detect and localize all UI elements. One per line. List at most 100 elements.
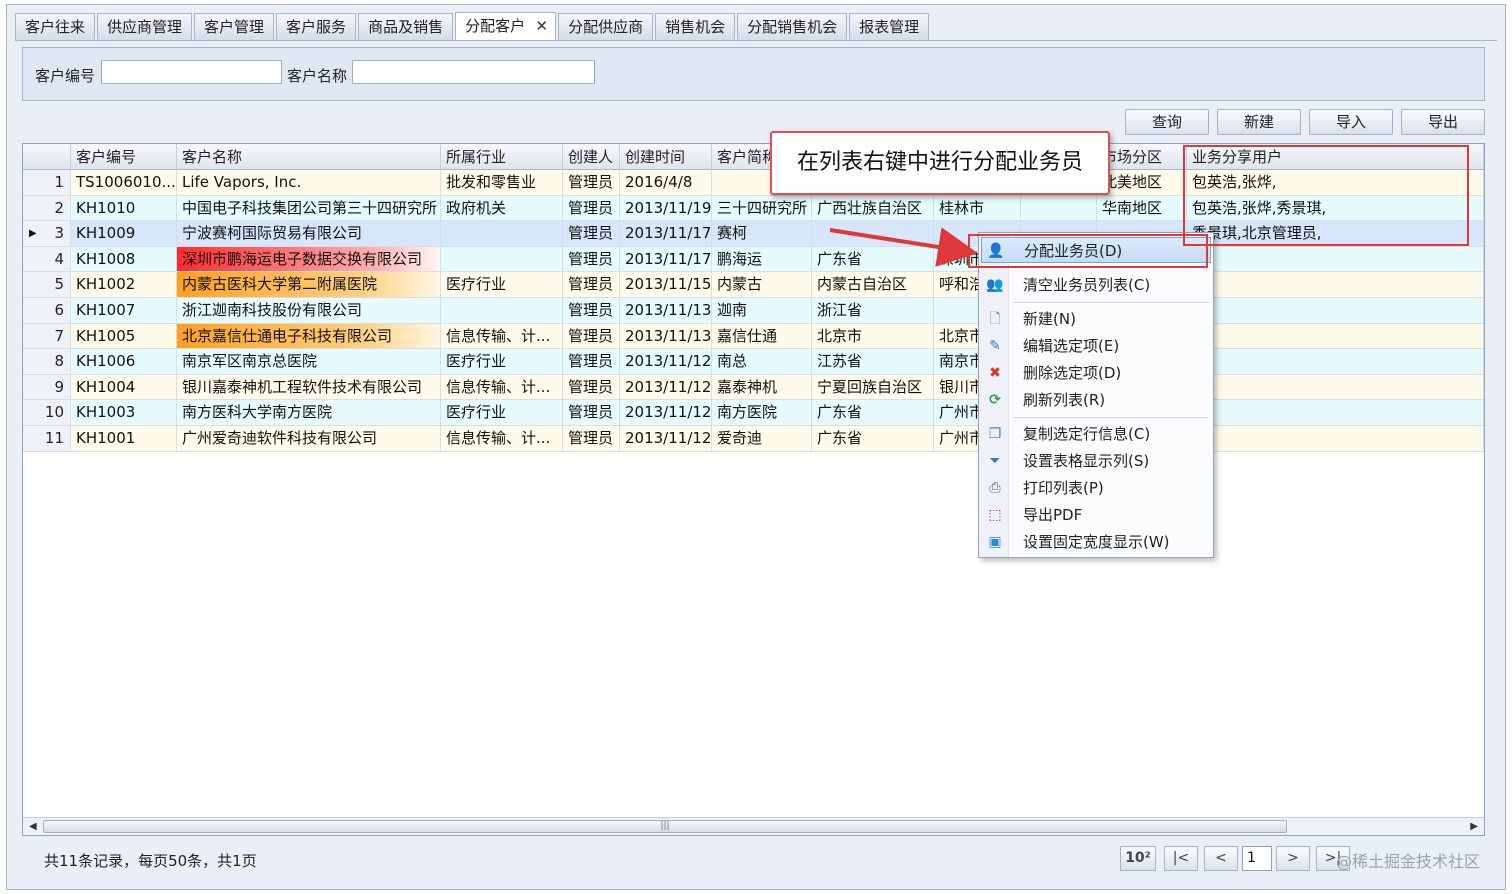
tab-products-sales[interactable]: 商品及销售 — [358, 13, 454, 40]
cell-date: 2013/11/17 — [620, 246, 712, 273]
table-row[interactable]: 11 KH1001 广州爱奇迪软件科技有限公司 信息传输、计... 管理员 2013/11… — [23, 426, 1484, 452]
module-tabs: 客户往来 供应商管理 客户管理 客户服务 商品及销售 分配客户 ✕ 分配供应商 销… — [15, 12, 931, 41]
cell-name: 宁波赛柯国际贸易有限公司 — [177, 221, 441, 247]
table-row[interactable]: 8 KH1006 南京军区南京总医院 医疗行业 管理员 2013/11/12 南总 江苏省 南京… — [23, 349, 1484, 375]
table-row[interactable]: 10 KH1003 南方医科大学南方医院 医疗行业 管理员 2013/11/12 南方医院广… — [23, 400, 1484, 426]
menu-item-clear-salespersons[interactable]: 👥 清空业务员列表(C) — [981, 272, 1211, 298]
cell-code: KH1006 — [71, 349, 177, 375]
cell-short: 三十四研究所 — [712, 195, 812, 222]
tab-reports[interactable]: 报表管理 — [849, 13, 930, 40]
column-header-creator[interactable]: 创建人 — [563, 144, 620, 170]
cell-short: 嘉泰神机 — [712, 374, 812, 401]
tab-customer-contacts[interactable]: 客户往来 — [15, 13, 96, 40]
cell-date: 2013/11/12 — [620, 349, 712, 375]
cell-creator: 管理员 — [563, 298, 620, 324]
column-header-industry[interactable]: 所属行业 — [441, 144, 563, 170]
cell-n: 8 — [23, 349, 71, 375]
cell-industry: 医疗行业 — [441, 349, 563, 375]
table-row[interactable]: 6 KH1007 浙江迦南科技股份有限公司 管理员 2013/11/13 迦南 浙江省 — [23, 298, 1484, 324]
tab-assign-sales-opportunities[interactable]: 分配销售机会 — [737, 13, 848, 40]
cell-creator: 管理员 — [563, 323, 620, 350]
cell-name: 北京嘉信仕通电子科技有限公司 — [177, 323, 441, 350]
page-number-input[interactable]: 1 — [1242, 846, 1272, 871]
customer-code-label: 客户编号 — [35, 67, 96, 85]
cell-prov: 宁夏回族自治区 — [812, 374, 934, 401]
tab-divider — [15, 40, 1497, 41]
cell-code: KH1004 — [71, 374, 177, 401]
table-row[interactable]: 9 KH1004 银川嘉泰神机工程软件技术有限公司 信息传输、计... 管理员 2013/… — [23, 374, 1484, 401]
table-row[interactable]: 4 KH1008 深圳市鹏海运电子数据交换有限公司 管理员 2013/11/17 鹏海运广… — [23, 246, 1484, 273]
menu-item-edit[interactable]: ✎ 编辑选定项(E) — [981, 333, 1211, 359]
cell-creator: 管理员 — [563, 195, 620, 222]
cell-n: 5 — [23, 272, 71, 298]
cell-name: 广州爱奇迪软件科技有限公司 — [177, 426, 441, 452]
cell-n: 9 — [23, 374, 71, 401]
close-icon[interactable]: ✕ — [536, 13, 549, 40]
cell-users — [1187, 323, 1484, 350]
cell-name: 深圳市鹏海运电子数据交换有限公司 — [177, 246, 441, 273]
cell-creator: 管理员 — [563, 246, 620, 273]
cell-n: 2 — [23, 195, 71, 222]
first-page-button[interactable]: |< — [1164, 846, 1198, 871]
cell-industry: 信息传输、计... — [441, 374, 563, 401]
column-header-code[interactable]: 客户编号 — [71, 144, 177, 170]
menu-highlight-box — [968, 234, 1208, 268]
table-row[interactable]: 5 KH1002 内蒙古医科大学第二附属医院 医疗行业 管理员 2013/11/15 内蒙古… — [23, 272, 1484, 298]
import-button[interactable]: 导入 — [1309, 109, 1393, 135]
tab-assign-suppliers[interactable]: 分配供应商 — [558, 13, 654, 40]
menu-item-copy-row[interactable]: ❐ 复制选定行信息(C) — [981, 421, 1211, 447]
cell-n: 10 — [23, 400, 71, 426]
menu-separator — [1013, 302, 1209, 303]
pdf-icon: ⬚ — [988, 507, 1002, 523]
cell-code: KH1002 — [71, 272, 177, 298]
cell-name: 银川嘉泰神机工程软件技术有限公司 — [177, 374, 441, 401]
cell-short: 鹏海运 — [712, 246, 812, 273]
menu-item-set-columns[interactable]: ⏷ 设置表格显示列(S) — [981, 448, 1211, 474]
cell-industry: 批发和零售业 — [441, 170, 563, 196]
table-row[interactable]: 7 KH1005 北京嘉信仕通电子科技有限公司 信息传输、计... 管理员 2013/11… — [23, 323, 1484, 350]
menu-item-export-pdf[interactable]: ⬚ 导出PDF — [981, 502, 1211, 528]
cell-industry: 信息传输、计... — [441, 323, 563, 350]
horizontal-scrollbar[interactable]: ◀ ||| ▶ — [23, 817, 1484, 835]
query-button[interactable]: 查询 — [1125, 109, 1209, 135]
tab-sales-opportunities[interactable]: 销售机会 — [655, 13, 736, 40]
tab-customer-service[interactable]: 客户服务 — [276, 13, 357, 40]
cell-name: 内蒙古医科大学第二附属医院 — [177, 272, 441, 298]
column-header-name[interactable]: 客户名称 — [177, 144, 441, 170]
cell-short: 南方医院 — [712, 400, 812, 426]
menu-separator — [1013, 417, 1209, 418]
menu-item-new[interactable]: 🗋 新建(N) — [981, 306, 1211, 332]
cell-code: KH1009 — [71, 221, 177, 247]
scroll-right-icon[interactable]: ▶ — [1470, 818, 1478, 836]
scroll-left-icon[interactable]: ◀ — [29, 818, 37, 836]
customer-code-input[interactable] — [101, 60, 282, 84]
cell-date: 2013/11/12 — [620, 426, 712, 452]
cell-industry: 信息传输、计... — [441, 426, 563, 452]
menu-item-delete[interactable]: ✖ 删除选定项(D) — [981, 360, 1211, 386]
menu-item-print[interactable]: ⎙ 打印列表(P) — [981, 475, 1211, 501]
menu-item-fixed-width[interactable]: ▣ 设置固定宽度显示(W) — [981, 529, 1211, 555]
cell-code: KH1008 — [71, 246, 177, 273]
prev-page-button[interactable]: < — [1204, 846, 1238, 871]
export-button[interactable]: 导出 — [1401, 109, 1485, 135]
new-button[interactable]: 新建 — [1217, 109, 1301, 135]
customer-grid[interactable]: 客户编号 客户名称 所属行业 创建人 创建时间 客户简称 市场分区 业务分享用户… — [22, 143, 1485, 836]
column-header-market[interactable]: 市场分区 — [1097, 144, 1187, 170]
cell-creator: 管理员 — [563, 426, 620, 452]
current-row-indicator-icon: ▶ — [29, 228, 37, 240]
next-page-button[interactable]: > — [1276, 846, 1310, 871]
cell-code: KH1003 — [71, 400, 177, 426]
menu-item-refresh[interactable]: ⟳ 刷新列表(R) — [981, 387, 1211, 413]
column-header-created-time[interactable]: 创建时间 — [620, 144, 712, 170]
cell-users — [1187, 246, 1484, 273]
page-size-button[interactable]: 10² — [1120, 846, 1156, 871]
customer-name-input[interactable] — [352, 60, 595, 84]
tab-supplier-management[interactable]: 供应商管理 — [97, 13, 193, 40]
record-status: 共11条记录，每页50条，共1页 — [44, 852, 257, 870]
tab-assign-customers[interactable]: 分配客户 ✕ — [455, 12, 557, 41]
cell-short: 爱奇迪 — [712, 426, 812, 452]
cell-code: KH1005 — [71, 323, 177, 350]
cell-creator: 管理员 — [563, 349, 620, 375]
tab-customer-management[interactable]: 客户管理 — [194, 13, 275, 40]
scroll-thumb[interactable]: ||| — [43, 820, 1287, 833]
